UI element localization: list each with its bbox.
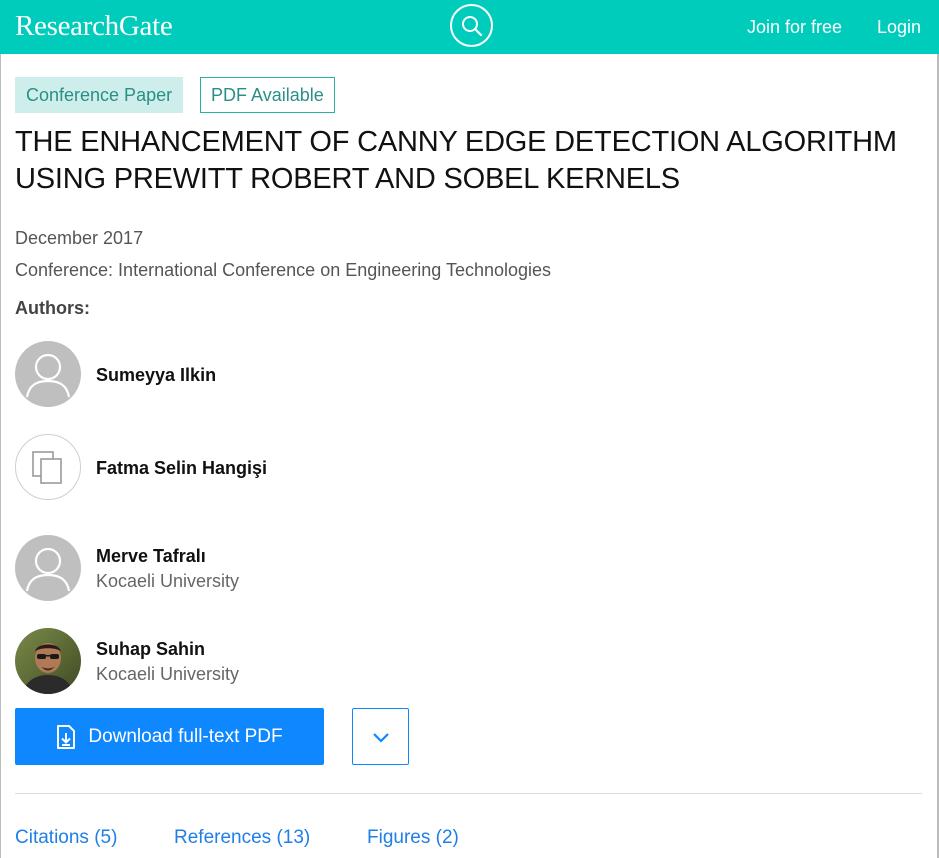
conference-name: Conference: International Conference on … <box>15 260 552 280</box>
author-photo-suhap-sahin[interactable] <box>15 628 81 694</box>
paper-title: THE ENHANCEMENT OF CANNY EDGE DETECTION … <box>15 126 897 195</box>
author-name-merve-tafrali[interactable]: Merve Tafralı <box>96 546 206 567</box>
author-avatar-fatma-selin-hangisi[interactable] <box>15 434 81 500</box>
author-avatar-sumeyya-ilkin[interactable] <box>15 341 81 407</box>
default-avatar-icon <box>25 353 71 398</box>
tab-citations[interactable]: Citations (5) <box>15 827 117 849</box>
authors-heading: Authors: <box>15 298 90 318</box>
login-link[interactable]: Login <box>877 17 921 38</box>
tab-figures[interactable]: Figures (2) <box>367 827 459 849</box>
copy-pages-icon <box>32 451 62 484</box>
author-name-fatma-selin-hangisi[interactable]: Fatma Selin Hangişi <box>96 458 267 479</box>
top-navigation-bar: ResearchGate Join for free Login <box>0 0 939 54</box>
author-affiliation-merve-tafrali: Kocaeli University <box>96 571 240 591</box>
frame-border-left <box>0 54 1 858</box>
file-download-icon <box>56 724 76 749</box>
default-avatar-icon <box>25 547 71 592</box>
more-options-dropdown-button[interactable] <box>352 708 409 765</box>
author-avatar-merve-tafrali[interactable] <box>15 535 81 601</box>
photo-avatar <box>15 628 81 694</box>
publication-date: December 2017 <box>15 228 144 248</box>
download-button-label: Download full-text PDF <box>88 725 283 747</box>
section-divider <box>15 793 922 794</box>
author-affiliation-suhap-sahin: Kocaeli University <box>96 664 240 684</box>
search-icon <box>461 15 482 36</box>
download-full-text-pdf-button[interactable]: Download full-text PDF <box>15 708 324 765</box>
search-button[interactable] <box>450 4 493 47</box>
author-name-suhap-sahin[interactable]: Suhap Sahin <box>96 639 205 660</box>
join-for-free-link[interactable]: Join for free <box>747 17 842 38</box>
publication-type-badge: Conference Paper <box>15 77 184 113</box>
author-name-sumeyya-ilkin[interactable]: Sumeyya Ilkin <box>96 365 216 386</box>
tab-references[interactable]: References (13) <box>174 827 310 849</box>
researchgate-logo[interactable]: ResearchGate <box>15 10 173 43</box>
chevron-down-icon <box>372 732 389 743</box>
pdf-available-badge: PDF Available <box>200 77 335 113</box>
